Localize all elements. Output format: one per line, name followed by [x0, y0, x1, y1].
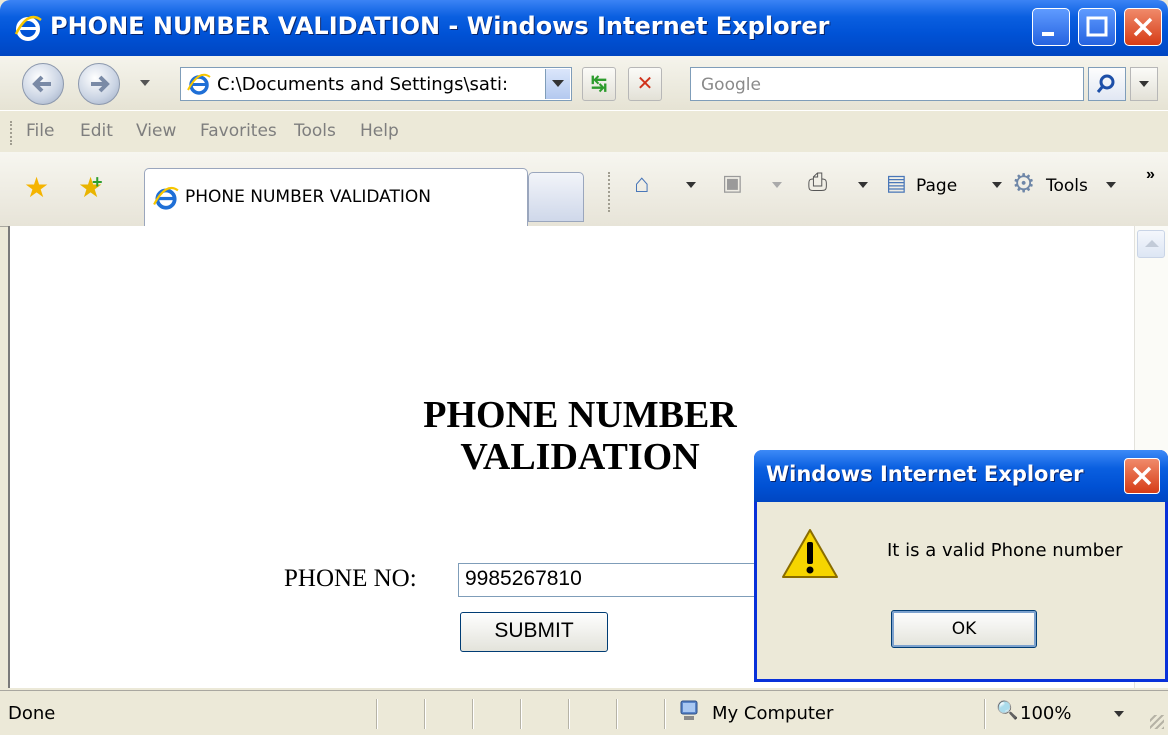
status-divider — [616, 699, 618, 729]
print-dropdown[interactable] — [858, 182, 868, 188]
page-menu-label[interactable]: Page — [916, 176, 957, 196]
favorites-star-icon[interactable]: ★ — [24, 174, 49, 202]
minimize-icon — [1042, 32, 1054, 36]
menu-favorites[interactable]: Favorites — [200, 121, 277, 141]
dialog-message: It is a valid Phone number — [887, 540, 1123, 561]
phone-label: PHONE NO: — [284, 565, 417, 592]
toolbar-separator — [608, 172, 612, 212]
minimize-button[interactable] — [1032, 8, 1070, 46]
feeds-icon[interactable]: ▣ — [722, 168, 743, 198]
status-divider — [568, 699, 570, 729]
toolbar-chevron-icon[interactable]: » — [1146, 166, 1155, 184]
menu-edit[interactable]: Edit — [80, 121, 113, 141]
ie-logo-icon — [14, 15, 42, 41]
status-divider — [376, 699, 378, 729]
new-tab-button[interactable] — [528, 172, 584, 222]
forward-button[interactable] — [78, 63, 120, 105]
back-button[interactable] — [22, 63, 64, 105]
status-divider — [664, 699, 666, 729]
recent-pages-dropdown[interactable] — [140, 80, 150, 86]
alert-dialog: Windows Internet Explorer It is a valid … — [754, 450, 1168, 682]
address-dropdown-button[interactable] — [545, 69, 570, 99]
tab-toolbar: ★ ★ + PHONE NUMBER VALIDATION ⌂ ▣ ⎙ ▤ Pag… — [0, 152, 1168, 227]
stop-button[interactable]: ✕ — [628, 67, 662, 101]
ie-page-icon — [187, 73, 211, 95]
menu-bar: File Edit View Favorites Tools Help — [0, 110, 1168, 154]
menu-view[interactable]: View — [136, 121, 176, 141]
zoom-dropdown[interactable] — [1114, 711, 1124, 717]
search-button[interactable] — [1088, 67, 1126, 101]
back-arrow-icon — [32, 75, 51, 93]
my-computer-icon — [680, 700, 698, 720]
menu-help[interactable]: Help — [360, 121, 399, 141]
add-favorite-icon[interactable]: ★ + — [78, 172, 103, 202]
page-icon[interactable]: ▤ — [886, 168, 907, 198]
status-divider — [520, 699, 522, 729]
zoom-icon[interactable]: 🔍 — [996, 700, 1018, 721]
status-bar: Done My Computer 🔍 100% — [0, 690, 1168, 735]
tab-active[interactable]: PHONE NUMBER VALIDATION — [144, 168, 528, 226]
feeds-dropdown[interactable] — [772, 182, 782, 188]
status-divider — [984, 699, 986, 729]
close-button[interactable] — [1124, 8, 1162, 46]
tools-dropdown[interactable] — [1106, 182, 1116, 188]
close-icon — [1133, 17, 1153, 37]
resize-grip[interactable] — [1150, 715, 1164, 729]
status-divider — [472, 699, 474, 729]
dialog-title-bar[interactable]: Windows Internet Explorer — [754, 450, 1168, 502]
refresh-button[interactable]: ↹ — [582, 67, 616, 101]
print-icon[interactable]: ⎙ — [808, 168, 827, 198]
dialog-title: Windows Internet Explorer — [766, 462, 1084, 486]
window-title: PHONE NUMBER VALIDATION - Windows Intern… — [50, 12, 830, 40]
ok-button[interactable]: OK — [891, 610, 1037, 648]
zoom-level[interactable]: 100% — [1020, 703, 1071, 724]
address-toolbar: C:\Documents and Settings\sati: ↹ ✕ Goog… — [0, 56, 1168, 110]
phone-number-input[interactable]: 9985267810 — [458, 563, 758, 597]
status-text: Done — [8, 703, 56, 724]
ie-tab-icon — [153, 186, 179, 210]
warning-icon — [782, 529, 838, 578]
security-zone-label: My Computer — [712, 703, 834, 724]
search-input[interactable]: Google — [690, 67, 1084, 101]
tab-label: PHONE NUMBER VALIDATION — [185, 187, 431, 207]
search-options-dropdown[interactable] — [1130, 67, 1158, 101]
address-text[interactable]: C:\Documents and Settings\sati: — [217, 74, 537, 95]
home-dropdown[interactable] — [686, 182, 696, 188]
tools-menu-label[interactable]: Tools — [1046, 176, 1088, 196]
search-icon — [1096, 74, 1115, 93]
home-icon[interactable]: ⌂ — [634, 168, 650, 198]
close-icon — [1132, 466, 1152, 486]
address-bar[interactable]: C:\Documents and Settings\sati: — [180, 67, 572, 101]
maximize-button[interactable] — [1078, 8, 1116, 46]
tools-gear-icon[interactable]: ⚙ — [1012, 168, 1035, 198]
menu-grip[interactable] — [10, 121, 14, 145]
maximize-icon — [1086, 16, 1108, 37]
title-bar[interactable]: PHONE NUMBER VALIDATION - Windows Intern… — [0, 0, 1168, 56]
scroll-up-button[interactable] — [1137, 230, 1165, 258]
stop-icon: ✕ — [636, 73, 654, 95]
menu-tools[interactable]: Tools — [294, 121, 336, 141]
submit-button[interactable]: SUBMIT — [460, 612, 608, 652]
status-divider — [424, 699, 426, 729]
page-dropdown[interactable] — [992, 182, 1002, 188]
search-placeholder: Google — [701, 75, 761, 95]
refresh-icon: ↹ — [590, 73, 608, 95]
menu-file[interactable]: File — [26, 121, 54, 141]
browser-window: PHONE NUMBER VALIDATION - Windows Intern… — [0, 0, 1168, 735]
forward-arrow-icon — [91, 75, 110, 93]
dialog-close-button[interactable] — [1124, 458, 1160, 494]
